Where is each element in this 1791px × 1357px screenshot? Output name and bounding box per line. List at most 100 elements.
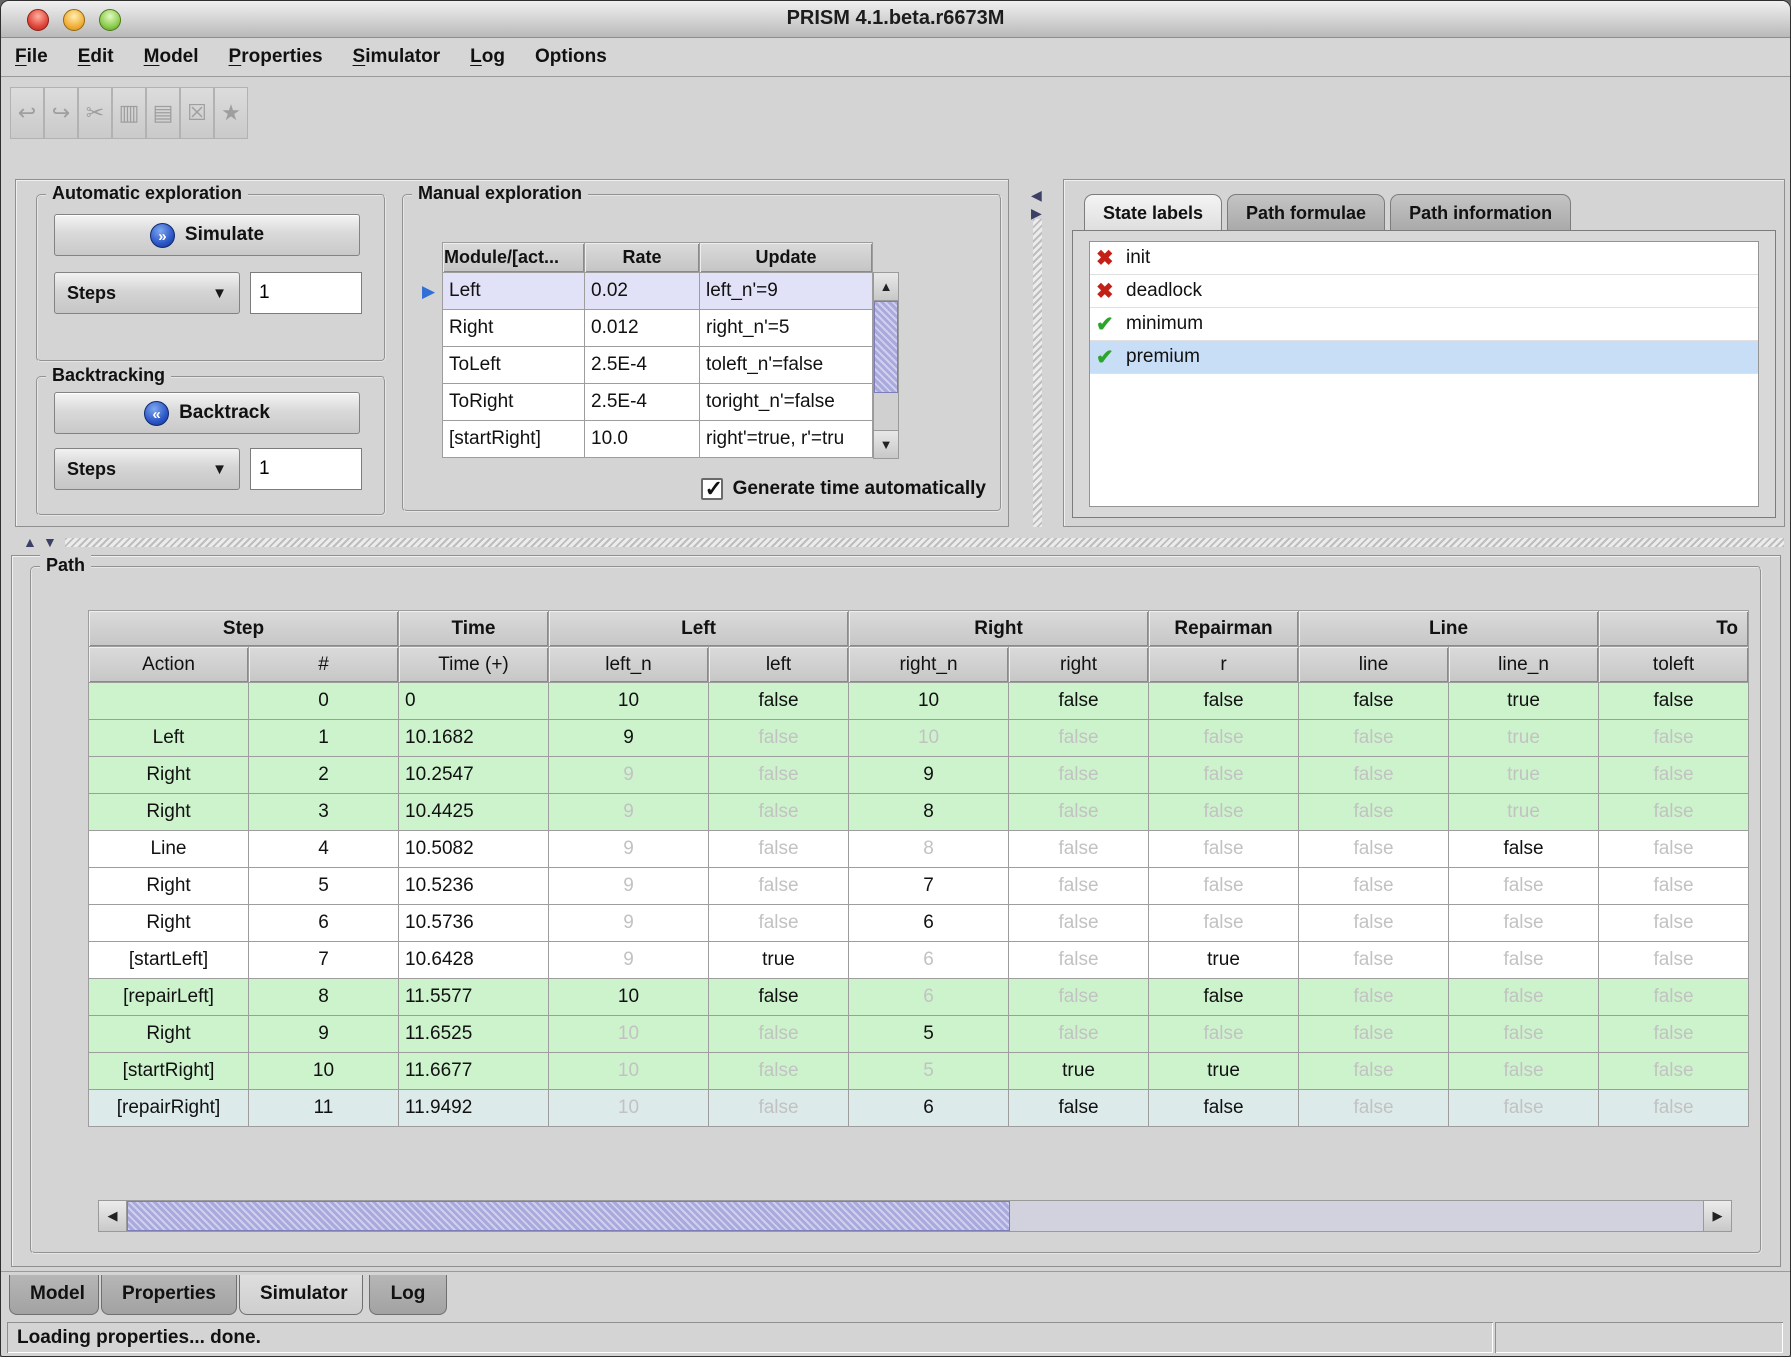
- path-cell[interactable]: false: [1449, 905, 1599, 942]
- path-row[interactable]: [startRight]1011.667710false5truetruefal…: [89, 1053, 1749, 1090]
- simulate-steps-select[interactable]: Steps ▼: [54, 272, 240, 314]
- path-cell[interactable]: true: [709, 942, 849, 979]
- path-cell[interactable]: false: [1009, 942, 1149, 979]
- transition-rate-cell[interactable]: 2.5E-4: [585, 384, 700, 421]
- path-cell[interactable]: [repairLeft]: [89, 979, 249, 1016]
- path-row[interactable]: [startLeft]710.64289true6falsetruefalsef…: [89, 942, 1749, 979]
- path-cell[interactable]: 9: [849, 757, 1009, 794]
- path-cell[interactable]: 5: [849, 1016, 1009, 1053]
- path-cell[interactable]: false: [1599, 868, 1749, 905]
- path-cell[interactable]: 7: [249, 942, 399, 979]
- path-cell[interactable]: 10: [549, 1053, 709, 1090]
- tab-path-formulae[interactable]: Path formulae: [1227, 194, 1385, 231]
- menu-item-simulator[interactable]: Simulator: [353, 46, 441, 68]
- path-cell[interactable]: Right: [89, 794, 249, 831]
- path-cell[interactable]: false: [1009, 979, 1149, 1016]
- transition-rate-cell[interactable]: 10.0: [585, 421, 700, 458]
- transition-update-cell[interactable]: left_n'=9: [700, 273, 873, 310]
- menu-item-edit[interactable]: Edit: [78, 46, 114, 68]
- delete-button[interactable]: ☒: [180, 87, 214, 139]
- main-tab-properties[interactable]: Properties: [101, 1275, 237, 1315]
- path-cell[interactable]: true: [1149, 1053, 1299, 1090]
- path-cell[interactable]: false: [1299, 1090, 1449, 1127]
- path-cell[interactable]: false: [1599, 942, 1749, 979]
- path-cell[interactable]: [startRight]: [89, 1053, 249, 1090]
- path-cell[interactable]: 10.5236: [399, 868, 549, 905]
- simulate-button[interactable]: » Simulate: [54, 214, 360, 256]
- path-cell[interactable]: false: [1449, 1090, 1599, 1127]
- path-cell[interactable]: false: [1299, 868, 1449, 905]
- path-cell[interactable]: false: [1009, 1016, 1149, 1053]
- path-cell[interactable]: false: [1449, 868, 1599, 905]
- menu-item-log[interactable]: Log: [470, 46, 505, 68]
- transition-rate-cell[interactable]: 2.5E-4: [585, 347, 700, 384]
- path-cell[interactable]: Right: [89, 1016, 249, 1053]
- path-cell[interactable]: [startLeft]: [89, 942, 249, 979]
- path-cell[interactable]: 10: [249, 1053, 399, 1090]
- path-cell[interactable]: Right: [89, 868, 249, 905]
- backtrack-button[interactable]: « Backtrack: [54, 392, 360, 434]
- path-cell[interactable]: false: [1149, 757, 1299, 794]
- path-cell[interactable]: 5: [249, 868, 399, 905]
- path-cell[interactable]: true: [1449, 757, 1599, 794]
- path-cell[interactable]: 3: [249, 794, 399, 831]
- main-tab-simulator[interactable]: Simulator: [239, 1275, 363, 1315]
- path-cell[interactable]: 9: [549, 942, 709, 979]
- path-cell[interactable]: 8: [249, 979, 399, 1016]
- collapse-left-icon[interactable]: ◀: [1031, 187, 1042, 204]
- path-cell[interactable]: 6: [849, 905, 1009, 942]
- path-cell[interactable]: 1: [249, 720, 399, 757]
- path-cell[interactable]: false: [1149, 683, 1299, 720]
- path-cell[interactable]: false: [1449, 1053, 1599, 1090]
- path-row[interactable]: Right510.52369false7falsefalsefalsefalse…: [89, 868, 1749, 905]
- path-cell[interactable]: 11: [249, 1090, 399, 1127]
- path-cell[interactable]: false: [709, 905, 849, 942]
- path-cell[interactable]: false: [709, 794, 849, 831]
- state-label-row-deadlock[interactable]: ✖deadlock: [1090, 275, 1758, 308]
- transition-row[interactable]: Right0.012right_n'=5: [443, 310, 873, 347]
- state-label-row-premium[interactable]: ✔premium: [1090, 341, 1758, 374]
- path-cell[interactable]: 10: [549, 1090, 709, 1127]
- path-cell[interactable]: 6: [849, 1090, 1009, 1127]
- path-cell[interactable]: 10: [549, 979, 709, 1016]
- path-row[interactable]: [repairLeft]811.557710false6falsefalsefa…: [89, 979, 1749, 1016]
- transition-module-cell[interactable]: Left: [443, 273, 585, 310]
- path-cell[interactable]: [89, 683, 249, 720]
- path-cell[interactable]: 10.5736: [399, 905, 549, 942]
- path-cell[interactable]: false: [1009, 1090, 1149, 1127]
- path-cell[interactable]: 10.2547: [399, 757, 549, 794]
- path-cell[interactable]: false: [1599, 683, 1749, 720]
- path-cell[interactable]: false: [1009, 794, 1149, 831]
- path-cell[interactable]: false: [1599, 1016, 1749, 1053]
- path-row[interactable]: Right911.652510false5falsefalsefalsefals…: [89, 1016, 1749, 1053]
- transition-module-cell[interactable]: ToRight: [443, 384, 585, 421]
- path-cell[interactable]: Left: [89, 720, 249, 757]
- path-cell[interactable]: 6: [849, 942, 1009, 979]
- path-cell[interactable]: false: [1009, 831, 1149, 868]
- path-cell[interactable]: false: [1449, 1016, 1599, 1053]
- path-cell[interactable]: false: [1009, 868, 1149, 905]
- path-cell[interactable]: true: [1449, 683, 1599, 720]
- collapse-up-icon[interactable]: ▲: [23, 534, 37, 550]
- path-cell[interactable]: 9: [549, 720, 709, 757]
- horizontal-splitter-bar[interactable]: [65, 538, 1784, 547]
- scrollbar-thumb[interactable]: [874, 301, 898, 393]
- redo-button[interactable]: ↪: [44, 87, 78, 139]
- path-cell[interactable]: false: [1299, 720, 1449, 757]
- path-cell[interactable]: Right: [89, 905, 249, 942]
- paste-button[interactable]: ▤: [146, 87, 180, 139]
- menu-item-file[interactable]: File: [15, 46, 48, 68]
- state-label-row-init[interactable]: ✖init: [1090, 242, 1758, 275]
- path-row[interactable]: Right210.25479false9falsefalsefalsetruef…: [89, 757, 1749, 794]
- scroll-down-icon[interactable]: ▼: [874, 430, 898, 458]
- path-row[interactable]: 0010false10falsefalsefalsetruefalse: [89, 683, 1749, 720]
- path-cell[interactable]: 4: [249, 831, 399, 868]
- path-cell[interactable]: 10: [849, 720, 1009, 757]
- path-row[interactable]: [repairRight]1111.949210false6falsefalse…: [89, 1090, 1749, 1127]
- backtrack-steps-select[interactable]: Steps ▼: [54, 448, 240, 490]
- undo-button[interactable]: ↩: [10, 87, 44, 139]
- path-cell[interactable]: true: [1449, 720, 1599, 757]
- path-cell[interactable]: false: [1149, 868, 1299, 905]
- path-cell[interactable]: 9: [549, 757, 709, 794]
- path-cell[interactable]: 0: [249, 683, 399, 720]
